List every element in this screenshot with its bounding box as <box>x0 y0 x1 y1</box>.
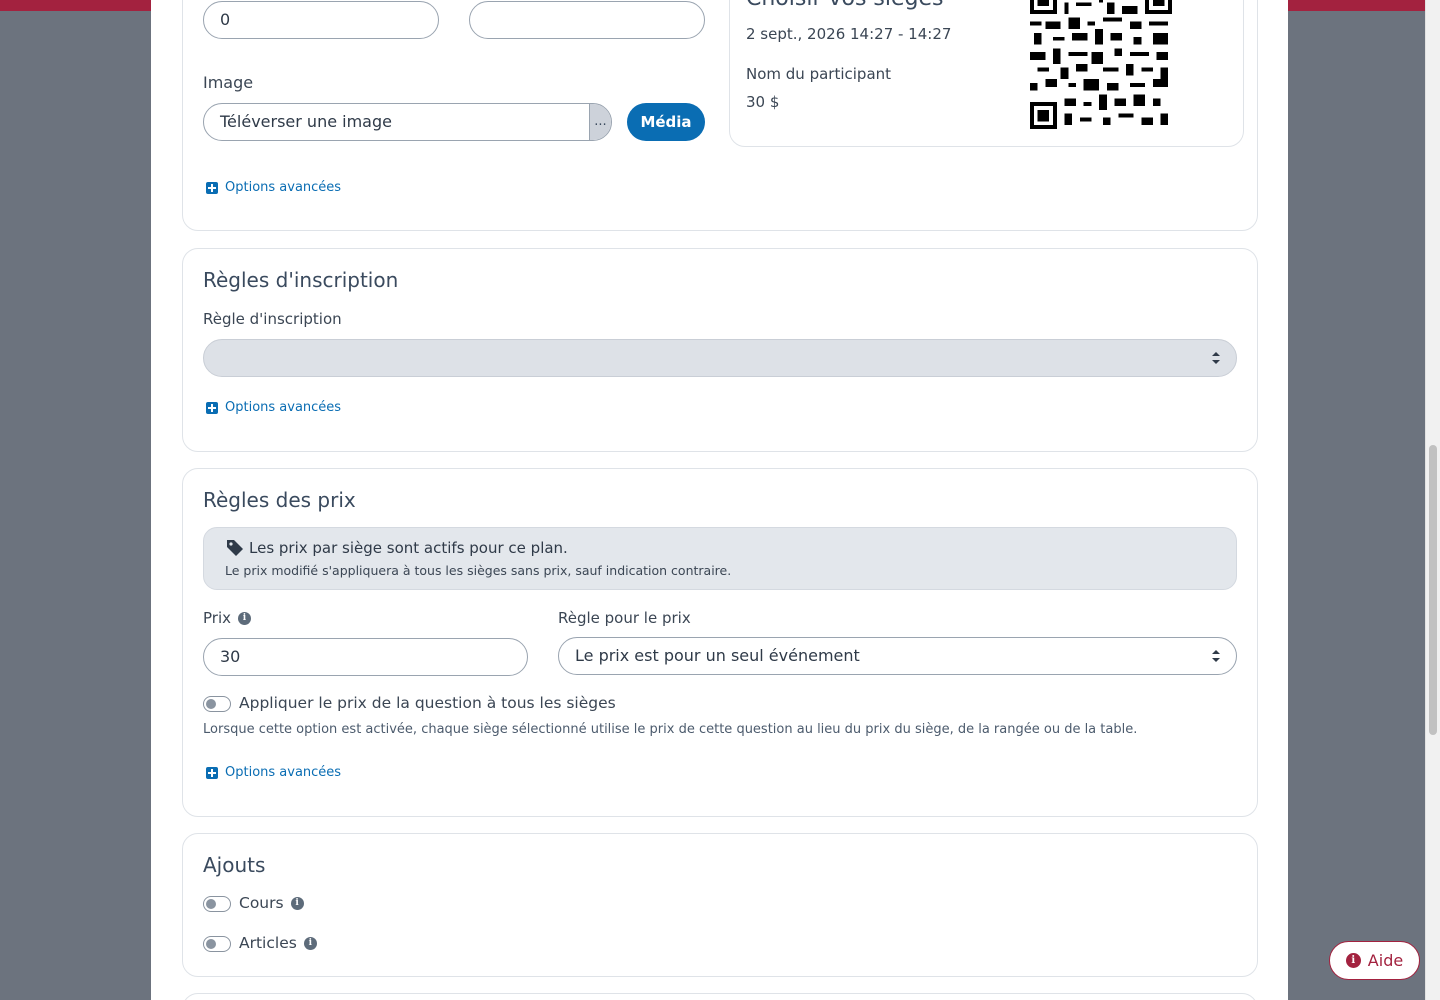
apply-price-toggle[interactable] <box>203 696 231 712</box>
info-icon[interactable]: i <box>238 611 251 625</box>
qr-code-icon <box>1030 0 1172 129</box>
price-value: 30 <box>220 647 241 666</box>
courses-label: Cours <box>239 894 284 912</box>
apply-price-help: Lorsque cette option est activée, chaque… <box>203 722 1138 737</box>
scrollbar-thumb[interactable] <box>1429 445 1437 735</box>
next-card <box>182 993 1258 1000</box>
ticket-datetime: 2 sept., 2026 14:27 - 14:27 <box>746 25 952 43</box>
price-notice: Les prix par siège sont actifs pour ce p… <box>203 527 1237 590</box>
ticket-preview: Choisir vos sièges 2 sept., 2026 14:27 -… <box>729 0 1244 147</box>
price-rules-card: Règles des prix Les prix par siège sont … <box>182 468 1258 817</box>
page-scrollbar[interactable] <box>1425 0 1440 1000</box>
articles-label-row: Articles i <box>239 934 317 952</box>
price-input[interactable]: 30 <box>203 638 528 676</box>
plus-square-icon <box>206 401 218 414</box>
ticket-participant-label: Nom du participant <box>746 65 892 83</box>
advanced-options-label: Options avancées <box>225 180 342 195</box>
advanced-options-link-2[interactable]: Options avancées <box>206 400 341 415</box>
ticket-title: Choisir vos sièges <box>746 0 944 11</box>
info-icon[interactable]: i <box>303 936 317 950</box>
price-rules-title: Règles des prix <box>203 488 356 512</box>
price-label: Prix <box>203 609 231 627</box>
price-rule-label: Règle pour le prix <box>558 609 691 627</box>
articles-label: Articles <box>239 934 297 952</box>
courses-toggle[interactable] <box>203 896 231 912</box>
secondary-input[interactable] <box>469 1 705 39</box>
tag-icon <box>227 540 243 556</box>
quantity-input[interactable]: 0 <box>203 1 439 39</box>
select-arrows-icon <box>1212 352 1220 364</box>
select-arrows-icon <box>1212 650 1220 662</box>
header-bar-right <box>1288 0 1425 11</box>
registration-rules-title: Règles d'inscription <box>203 268 399 292</box>
price-notice-body: Le prix modifié s'appliquera à tous les … <box>225 563 732 578</box>
question-settings-card: 0 Image Téléverser une image ... Média O… <box>182 0 1258 231</box>
info-icon[interactable]: i <box>290 896 304 910</box>
registration-rule-select[interactable] <box>203 339 1237 377</box>
header-bar-left <box>0 0 151 11</box>
ticket-price: 30 $ <box>746 93 780 111</box>
apply-price-label: Appliquer le prix de la question à tous … <box>239 694 616 712</box>
modal-panel: 0 Image Téléverser une image ... Média O… <box>151 0 1288 1000</box>
plus-square-icon <box>206 766 218 779</box>
browse-button[interactable]: ... <box>589 104 611 140</box>
toggle-knob <box>206 939 216 949</box>
articles-toggle[interactable] <box>203 936 231 952</box>
addons-card: Ajouts Cours i Articles i <box>182 833 1258 977</box>
image-upload-field[interactable]: Téléverser une image ... <box>203 103 612 141</box>
price-rule-select[interactable]: Le prix est pour un seul événement <box>558 637 1237 675</box>
quantity-value: 0 <box>220 10 231 29</box>
registration-rules-card: Règles d'inscription Règle d'inscription… <box>182 248 1258 452</box>
toggle-knob <box>206 699 216 709</box>
image-label: Image <box>203 73 254 92</box>
advanced-options-link-3[interactable]: Options avancées <box>206 765 341 780</box>
price-notice-title: Les prix par siège sont actifs pour ce p… <box>249 539 568 557</box>
help-button[interactable]: i Aide <box>1329 941 1420 980</box>
price-label-row: Prix i <box>203 609 251 627</box>
media-button[interactable]: Média <box>627 103 705 141</box>
addons-title: Ajouts <box>203 853 266 877</box>
advanced-options-label: Options avancées <box>225 765 342 780</box>
help-button-label: Aide <box>1367 951 1404 970</box>
plus-square-icon <box>206 181 218 194</box>
advanced-options-link-1[interactable]: Options avancées <box>206 180 341 195</box>
advanced-options-label: Options avancées <box>225 400 342 415</box>
registration-rule-label: Règle d'inscription <box>203 310 342 328</box>
price-rule-value: Le prix est pour un seul événement <box>575 646 860 665</box>
courses-label-row: Cours i <box>239 894 304 912</box>
info-icon: i <box>1345 953 1361 968</box>
image-upload-value: Téléverser une image <box>220 112 392 131</box>
toggle-knob <box>206 899 216 909</box>
